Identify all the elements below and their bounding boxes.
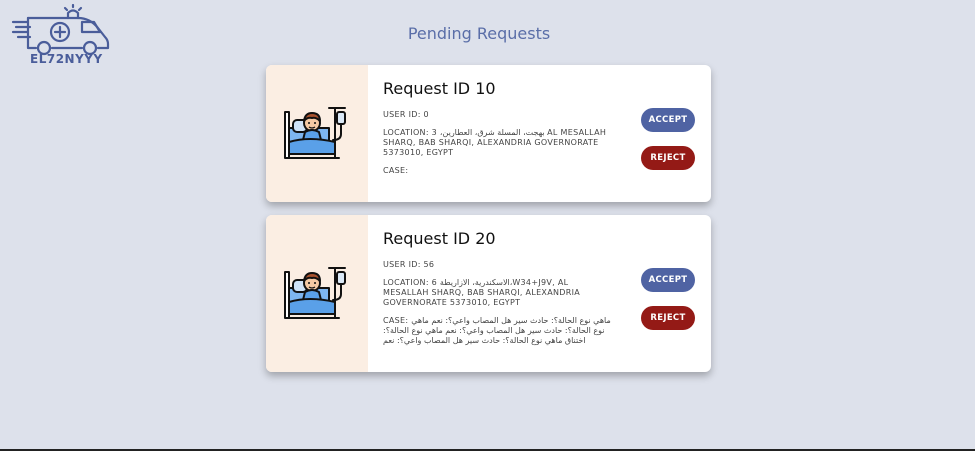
request-title: Request ID 20: [383, 229, 496, 248]
user-id: USER ID: 56: [383, 260, 435, 269]
request-card: Request ID 10 USER ID: 0 LOCATION: 3 ،به…: [266, 65, 711, 202]
request-card: Request ID 20 USER ID: 56 LOCATION: 6 ال…: [266, 215, 711, 372]
request-title: Request ID 10: [383, 79, 496, 98]
page-title: Pending Requests: [407, 24, 551, 43]
case: CASE: ماهي نوع الحالة؟: حادث سير هل المص…: [383, 316, 611, 345]
location: LOCATION: 6 الاسكندرية، الازاريطة،W34+J9…: [383, 278, 581, 307]
location: LOCATION: 3 ،بهجت، المسلة شرق، العطارين …: [383, 128, 607, 157]
logo-text: EL72NYYY: [30, 52, 103, 66]
reject-button[interactable]: REJECT: [641, 306, 695, 330]
patient-in-bed-icon: [284, 266, 346, 319]
request-details: Request ID 20 USER ID: 56 LOCATION: 6 ال…: [383, 215, 611, 346]
request-details: Request ID 10 USER ID: 0 LOCATION: 3 ،به…: [383, 65, 611, 176]
patient-in-bed-icon: [284, 106, 346, 159]
accept-button[interactable]: ACCEPT: [641, 108, 695, 132]
accept-button[interactable]: ACCEPT: [641, 268, 695, 292]
case: CASE:: [383, 166, 409, 175]
user-id: USER ID: 0: [383, 110, 429, 119]
reject-button[interactable]: REJECT: [641, 146, 695, 170]
card-image-panel: [266, 215, 368, 372]
card-image-panel: [266, 65, 368, 202]
